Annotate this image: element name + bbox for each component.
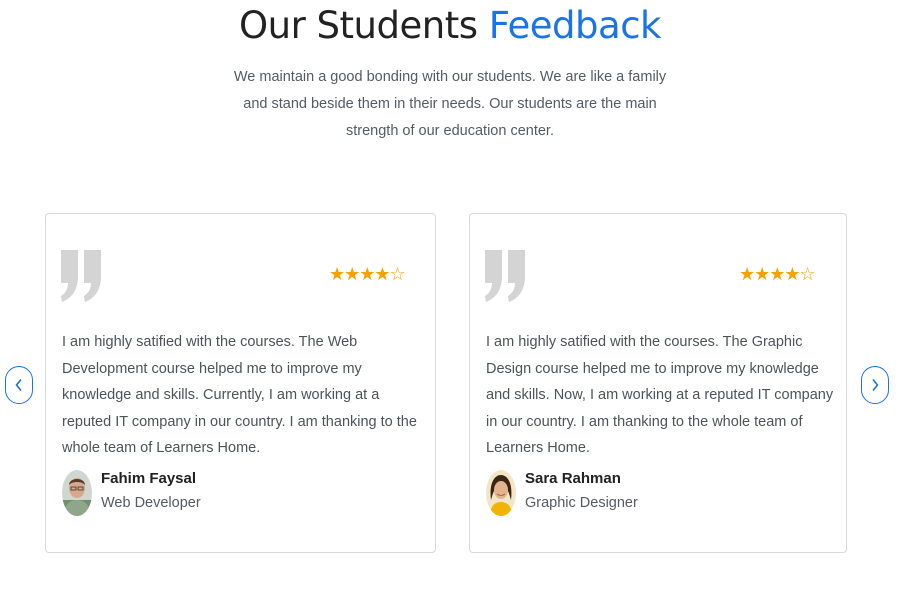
section-subtitle: We maintain a good bonding with our stud… [233,69,667,139]
title-accent-text: Feedback [488,4,662,47]
student-role: Graphic Designer [525,495,638,511]
carousel-prev-button[interactable] [5,366,33,404]
quote-icon [61,250,101,302]
carousel-next-button[interactable] [861,366,889,404]
student-name: Sara Rahman [525,470,621,487]
section-title: Our Students Feedback [0,4,900,47]
chevron-right-icon [872,378,879,392]
testimonial-text: I am highly satified with the courses. T… [486,334,834,456]
avatar [486,470,516,516]
quote-icon [485,250,525,302]
student-name: Fahim Faysal [101,470,197,487]
title-text: Our Students [239,4,478,47]
star-rating: ★★★★☆ [739,264,816,285]
avatar [62,470,92,516]
chevron-left-icon [15,378,22,392]
testimonial-text: I am highly satified with the courses. T… [62,334,417,456]
star-rating: ★★★★☆ [329,264,406,285]
student-role: Web Developer [101,495,201,511]
testimonial-card: ★★★★☆ I am highly satified with the cour… [469,213,847,553]
testimonial-card: ★★★★☆ I am highly satified with the cour… [45,213,436,553]
